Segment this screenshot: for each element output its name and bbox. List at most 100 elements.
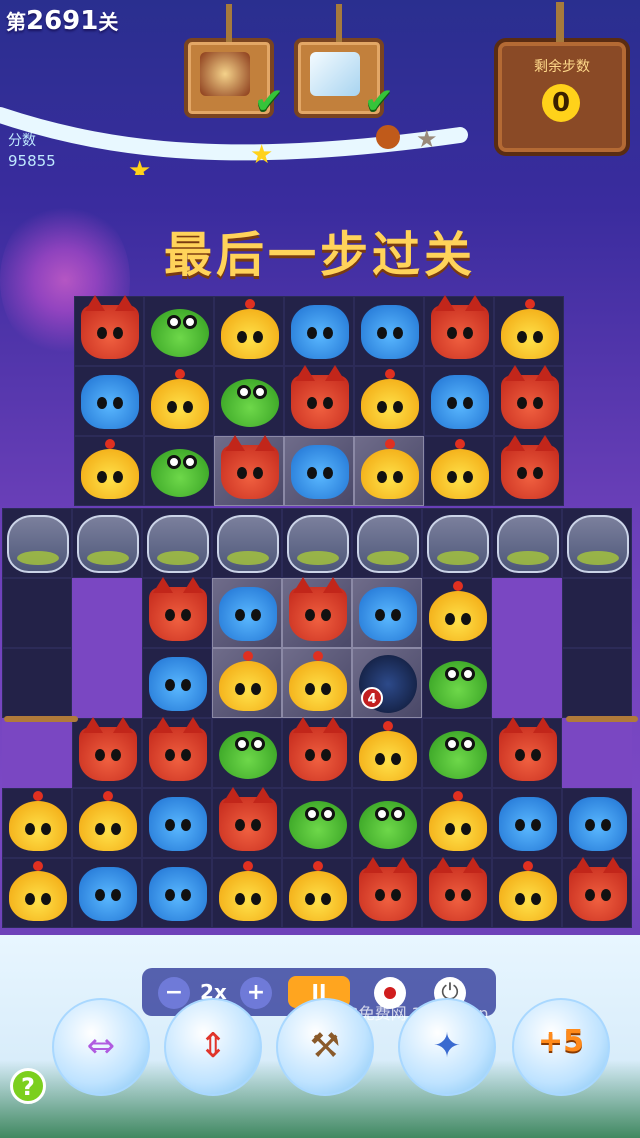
board-cell[interactable] bbox=[282, 648, 352, 718]
board-cell[interactable] bbox=[74, 295, 144, 366]
board-cell[interactable] bbox=[424, 366, 494, 436]
eye bbox=[463, 327, 473, 339]
eye bbox=[253, 331, 263, 343]
board-cell[interactable] bbox=[352, 578, 422, 648]
board-cell[interactable] bbox=[494, 296, 564, 366]
board-cell[interactable] bbox=[492, 508, 562, 578]
eye bbox=[165, 819, 175, 831]
svg-text:★: ★ bbox=[128, 156, 151, 175]
board-cell[interactable] bbox=[144, 296, 214, 366]
board-cell[interactable] bbox=[562, 508, 632, 578]
booster-magic-wand[interactable]: ✦ bbox=[398, 998, 496, 1096]
board-cell[interactable] bbox=[354, 436, 424, 506]
board-cell[interactable] bbox=[142, 648, 212, 718]
board-cell[interactable] bbox=[142, 577, 212, 648]
board-cell[interactable] bbox=[72, 858, 142, 928]
board-cell[interactable] bbox=[424, 295, 494, 366]
eye bbox=[165, 609, 175, 621]
eye bbox=[253, 467, 263, 479]
board-cell[interactable] bbox=[2, 788, 72, 858]
last-move-banner: 最后一步过关 bbox=[163, 227, 476, 283]
board-cell[interactable] bbox=[282, 717, 352, 788]
eye bbox=[515, 819, 525, 831]
board-cell[interactable] bbox=[72, 717, 142, 788]
board-cell[interactable] bbox=[212, 648, 282, 718]
board-cell[interactable] bbox=[72, 788, 142, 858]
jar-blocker bbox=[77, 515, 139, 573]
board-cell[interactable]: 4 bbox=[352, 648, 422, 718]
board-cell[interactable] bbox=[144, 366, 214, 436]
board-cell[interactable] bbox=[282, 858, 352, 928]
board-cell[interactable] bbox=[212, 787, 282, 858]
board-cell[interactable] bbox=[422, 578, 492, 648]
board-cell[interactable] bbox=[2, 858, 72, 928]
speed-plus-button[interactable]: + bbox=[240, 977, 272, 1009]
jar-blocker bbox=[567, 515, 629, 573]
board-cell[interactable] bbox=[214, 435, 284, 506]
board-cell[interactable] bbox=[212, 508, 282, 578]
board-cell[interactable] bbox=[142, 858, 212, 928]
booster-plus-five-moves[interactable]: +5 bbox=[512, 998, 610, 1096]
board-cell[interactable] bbox=[354, 366, 424, 436]
board-cell[interactable] bbox=[492, 858, 562, 928]
board-cell[interactable] bbox=[282, 508, 352, 578]
game-board[interactable]: 4 bbox=[0, 295, 640, 936]
board-cell[interactable] bbox=[494, 435, 564, 506]
board-cell[interactable] bbox=[74, 436, 144, 506]
speed-minus-button[interactable]: − bbox=[158, 977, 190, 1009]
frog-piece bbox=[151, 309, 209, 357]
board-cell[interactable] bbox=[424, 436, 494, 506]
board-cell[interactable] bbox=[144, 436, 214, 506]
board-cell[interactable] bbox=[72, 508, 142, 578]
eye bbox=[183, 455, 197, 469]
board-cell[interactable] bbox=[354, 296, 424, 366]
board-cell[interactable] bbox=[562, 857, 632, 928]
board-cell[interactable] bbox=[422, 648, 492, 718]
board-cell[interactable] bbox=[282, 788, 352, 858]
eye bbox=[305, 893, 315, 905]
board-cell[interactable] bbox=[142, 508, 212, 578]
board-cell[interactable] bbox=[352, 718, 422, 788]
eye bbox=[41, 823, 51, 835]
eye bbox=[181, 889, 191, 901]
board-cell[interactable] bbox=[142, 717, 212, 788]
booster-rocket-vertical[interactable]: ⇕ bbox=[164, 998, 262, 1096]
fox-piece bbox=[291, 365, 349, 429]
board-cell[interactable] bbox=[212, 578, 282, 648]
board-cell[interactable] bbox=[422, 508, 492, 578]
chick-piece bbox=[289, 861, 347, 921]
board-cell[interactable] bbox=[422, 788, 492, 858]
board-cell[interactable] bbox=[284, 436, 354, 506]
board-cell[interactable] bbox=[212, 718, 282, 788]
rope bbox=[556, 2, 564, 42]
board-cell[interactable] bbox=[422, 857, 492, 928]
board-cell[interactable] bbox=[212, 858, 282, 928]
fox-piece bbox=[289, 577, 347, 641]
board-cell[interactable] bbox=[284, 365, 354, 436]
eye bbox=[515, 749, 525, 761]
booster-rocket-horizontal[interactable]: ⇔ bbox=[52, 998, 150, 1096]
cake-icon bbox=[200, 52, 250, 96]
eye bbox=[167, 315, 181, 329]
booster-hammer[interactable]: ⚒ bbox=[276, 998, 374, 1096]
fox-piece bbox=[149, 717, 207, 781]
board-cell[interactable] bbox=[214, 296, 284, 366]
help-button[interactable]: ? bbox=[10, 1068, 46, 1104]
board-cell[interactable] bbox=[142, 788, 212, 858]
board-cell[interactable] bbox=[492, 717, 562, 788]
board-cell[interactable] bbox=[562, 788, 632, 858]
board-cell[interactable] bbox=[74, 366, 144, 436]
board-cell[interactable] bbox=[492, 788, 562, 858]
board-cell[interactable] bbox=[352, 508, 422, 578]
board-cell[interactable] bbox=[422, 718, 492, 788]
board-cell[interactable] bbox=[352, 788, 422, 858]
board-cell[interactable] bbox=[494, 365, 564, 436]
bear-piece bbox=[569, 797, 627, 851]
eye bbox=[307, 397, 317, 409]
eye bbox=[95, 889, 105, 901]
board-cell[interactable] bbox=[2, 508, 72, 578]
board-cell[interactable] bbox=[352, 857, 422, 928]
board-cell[interactable] bbox=[284, 296, 354, 366]
board-cell[interactable] bbox=[214, 366, 284, 436]
board-cell[interactable] bbox=[282, 577, 352, 648]
